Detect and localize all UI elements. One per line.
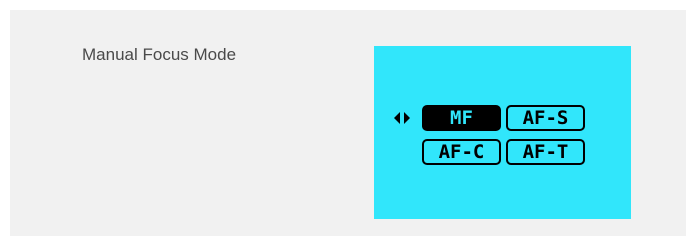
focus-mode-mf[interactable]: MF (422, 105, 501, 131)
content-panel: Manual Focus Mode MF AF-S AF-C AF-T (10, 10, 686, 236)
mode-caption: Manual Focus Mode (82, 45, 237, 64)
left-right-arrows-icon (394, 112, 410, 124)
focus-mode-af-s[interactable]: AF-S (506, 105, 585, 131)
focus-mode-af-c[interactable]: AF-C (422, 139, 501, 165)
focus-mode-af-t[interactable]: AF-T (506, 139, 585, 165)
camera-lcd-screen: MF AF-S AF-C AF-T (374, 46, 631, 219)
